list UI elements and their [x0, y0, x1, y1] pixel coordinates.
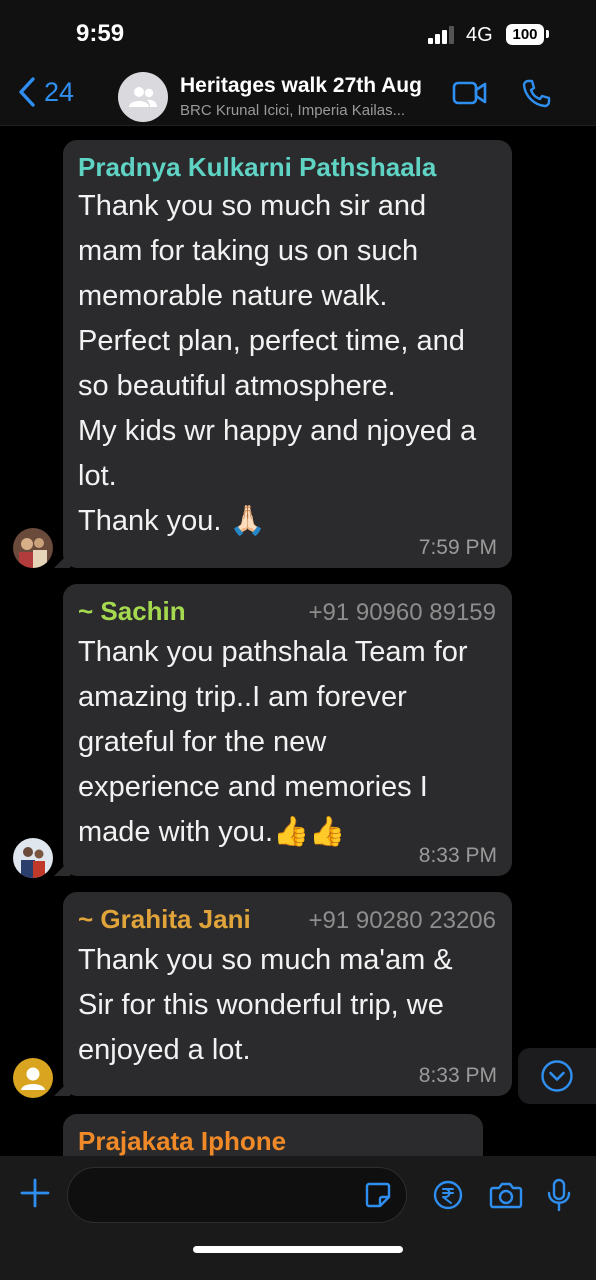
- message-text: Thank you so much sir and mam for taking…: [78, 190, 477, 537]
- chat-participants[interactable]: BRC Krunal Icici, Imperia Kailas...: [180, 102, 405, 119]
- camera-button[interactable]: [489, 1180, 523, 1215]
- payment-button[interactable]: [433, 1180, 463, 1215]
- avatar[interactable]: [13, 1058, 53, 1098]
- bubble-tail: [54, 860, 70, 876]
- home-indicator[interactable]: [193, 1246, 403, 1253]
- group-icon: [129, 87, 157, 107]
- avatar[interactable]: [13, 528, 53, 568]
- battery-icon: 100: [506, 24, 544, 45]
- message-sender: Prajakata Iphone: [78, 1124, 467, 1156]
- network-type: 4G: [466, 24, 493, 46]
- chevron-left-icon: [19, 77, 35, 107]
- bubble-tail: [54, 552, 70, 568]
- rupee-icon: [433, 1180, 463, 1210]
- chat-header: 24 Heritages walk 27th Aug BRC Krunal Ic…: [0, 60, 596, 126]
- phone-icon: [522, 79, 551, 108]
- chevron-down-circle-icon: [541, 1060, 573, 1092]
- plus-icon: [20, 1178, 50, 1208]
- message-text: Thank you pathshala Team for amazing tri…: [78, 636, 468, 848]
- back-button[interactable]: 24: [18, 72, 98, 112]
- avatar[interactable]: [13, 838, 53, 878]
- bubble-tail: [54, 1080, 70, 1096]
- status-bar: 9:59 4G 100: [0, 0, 596, 60]
- message-bubble[interactable]: Pradnya Kulkarni Pathshaala Thank you so…: [54, 140, 512, 568]
- message-list[interactable]: Pradnya Kulkarni Pathshaala Thank you so…: [0, 126, 596, 1156]
- sticker-button[interactable]: [364, 1181, 392, 1214]
- voice-call-button[interactable]: [521, 78, 551, 113]
- message-bubble[interactable]: Prajakata Iphone: [63, 1114, 483, 1156]
- camera-icon: [489, 1182, 523, 1209]
- composer-bar: [0, 1156, 596, 1280]
- message-time: 8:33 PM: [418, 844, 497, 867]
- message-bubble[interactable]: ~ Sachin +91 90960 89159 Thank you paths…: [54, 584, 512, 876]
- microphone-icon: [547, 1178, 571, 1212]
- sender-phone: +91 90280 23206: [308, 907, 496, 934]
- sender-name: ~ Sachin: [78, 596, 186, 626]
- sender-name: Prajakata Iphone: [78, 1126, 287, 1156]
- signal-icon: [428, 26, 460, 44]
- video-call-button[interactable]: [452, 80, 488, 111]
- attach-button[interactable]: [20, 1178, 50, 1213]
- message-time: 8:33 PM: [418, 1064, 497, 1087]
- message-sender: Pradnya Kulkarni Pathshaala: [78, 150, 496, 184]
- message-input[interactable]: [67, 1167, 407, 1223]
- message-sender: ~ Grahita Jani +91 90280 23206: [78, 902, 496, 938]
- message-sender: ~ Sachin +91 90960 89159: [78, 594, 496, 630]
- group-avatar[interactable]: [118, 72, 168, 122]
- sticker-icon: [365, 1182, 391, 1208]
- profile-photo-icon: [13, 838, 53, 878]
- message-text: Thank you so much ma'am & Sir for this w…: [78, 944, 453, 1066]
- sender-phone: +91 90960 89159: [308, 599, 496, 626]
- sender-name: ~ Grahita Jani: [78, 904, 251, 934]
- status-time: 9:59: [76, 20, 125, 47]
- unread-count: 24: [44, 76, 75, 107]
- default-user-icon: [21, 1067, 45, 1090]
- voice-message-button[interactable]: [546, 1178, 572, 1217]
- sender-name: Pradnya Kulkarni Pathshaala: [78, 152, 437, 182]
- scroll-to-bottom-button[interactable]: [518, 1048, 596, 1104]
- message-bubble[interactable]: ~ Grahita Jani +91 90280 23206 Thank you…: [54, 892, 512, 1096]
- battery-tip: [546, 30, 549, 38]
- video-camera-icon: [452, 81, 487, 105]
- profile-photo-icon: [13, 528, 53, 568]
- message-time: 7:59 PM: [418, 536, 497, 559]
- chat-title[interactable]: Heritages walk 27th Aug: [180, 74, 422, 98]
